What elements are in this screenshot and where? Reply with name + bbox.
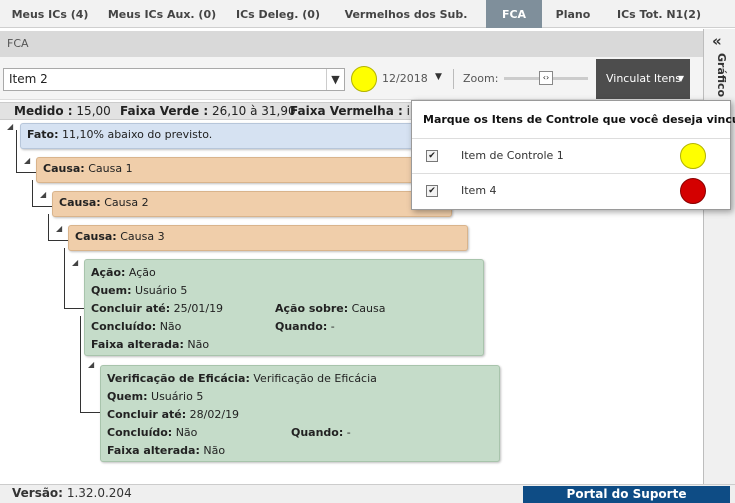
quando-field: Quando: - <box>275 320 335 333</box>
toolbar-divider <box>453 69 454 89</box>
tab-plano[interactable]: Plano <box>550 0 596 28</box>
faixa-alterada-field: Faixa alterada: Não <box>107 444 226 457</box>
period-caret-icon[interactable]: ▼ <box>435 72 442 82</box>
tab-vermelhos-sub[interactable]: Vermelhos dos Sub. (0) <box>337 0 475 51</box>
popup-item-row[interactable]: ✔ Item 4 <box>412 174 730 209</box>
causa-node[interactable]: Causa: Causa 1 <box>36 157 436 183</box>
acao-node[interactable]: Ação: Ação Quem: Usuário 5 Concluir até:… <box>84 259 484 356</box>
zoom-label: Zoom: <box>463 72 499 85</box>
quem-field: Quem: Usuário 5 <box>107 390 204 403</box>
popup-item-row[interactable]: ✔ Item de Controle 1 <box>412 139 730 174</box>
tab-fca[interactable]: FCA <box>486 0 542 28</box>
tree-connector <box>80 412 100 413</box>
item-select-value: Item 2 <box>9 72 48 86</box>
link-items-popup: Marque os Itens de Controle que você des… <box>411 100 735 210</box>
section-title: FCA <box>7 37 29 50</box>
collapse-triangle-icon[interactable]: ◢ <box>40 190 46 199</box>
item-checkbox[interactable]: ✔ <box>426 185 438 197</box>
tree-connector <box>16 172 36 173</box>
measured-value: Medido : 15,00 <box>14 104 111 118</box>
side-panel-rail[interactable]: « Gráfico de <box>703 29 735 484</box>
tree-connector <box>16 130 17 172</box>
status-indicator-dot <box>680 178 706 204</box>
faixa-alterada-field: Faixa alterada: Não <box>91 338 210 351</box>
item-select[interactable]: Item 2 ▼ <box>3 68 345 91</box>
causa-node[interactable]: Causa: Causa 3 <box>68 225 468 251</box>
concluido-field: Concluído: Não <box>91 320 182 333</box>
section-header: FCA <box>0 31 703 57</box>
acao-sobre-field: Ação sobre: Causa <box>275 302 386 315</box>
tree-connector <box>32 180 33 206</box>
version-text: Versão: 1.32.0.204 <box>12 486 132 500</box>
link-items-button[interactable]: Vinculat Itens ▼ <box>596 59 690 99</box>
fato-node[interactable]: Fato: 11,10% abaixo do previsto. <box>20 123 420 149</box>
tab-ics-deleg[interactable]: ICs Deleg. (0) <box>233 0 323 28</box>
concluido-field: Concluído: Não <box>107 426 198 439</box>
concluir-field: Concluir até: 28/02/19 <box>107 408 240 421</box>
green-range: Faixa Verde : 26,10 à 31,90 <box>120 104 296 118</box>
footer: Versão: 1.32.0.204 Portal do Suporte <box>0 484 735 503</box>
collapse-triangle-icon[interactable]: ◢ <box>24 156 30 165</box>
tab-bar: Meus ICs (4) Meus ICs Aux. (0) ICs Deleg… <box>0 0 735 51</box>
zoom-slider-thumb[interactable]: ‹› <box>539 71 553 85</box>
tree-connector <box>32 206 52 207</box>
popup-title: Marque os Itens de Controle que você des… <box>412 101 735 139</box>
chevron-down-icon[interactable]: ▼ <box>326 69 344 90</box>
acao-field: Ação: Ação <box>91 266 156 279</box>
tree-connector <box>48 214 49 240</box>
verificacao-field: Verificação de Eficácia: Verificação de … <box>107 372 377 385</box>
popup-item-label: Item de Controle 1 <box>461 149 564 162</box>
link-items-label: Vinculat Itens <box>606 72 681 85</box>
popup-item-label: Item 4 <box>461 184 497 197</box>
status-indicator-dot <box>351 66 377 92</box>
quando-field: Quando: - <box>291 426 351 439</box>
collapse-triangle-icon[interactable]: ◢ <box>7 122 13 131</box>
collapse-triangle-icon[interactable]: ◢ <box>56 224 62 233</box>
support-portal-link[interactable]: Portal do Suporte <box>523 486 730 503</box>
tab-ics-tot-n1[interactable]: ICs Tot. N1(2) <box>612 0 706 28</box>
tree-connector <box>80 316 81 412</box>
concluir-field: Concluir até: 25/01/19 <box>91 302 224 315</box>
tab-meus-ics[interactable]: Meus ICs (4) <box>8 0 92 28</box>
item-checkbox[interactable]: ✔ <box>426 150 438 162</box>
double-chevron-left-icon[interactable]: « <box>712 32 722 50</box>
tree-connector <box>64 248 65 308</box>
toolbar: Item 2 ▼ 12/2018 ▼ Zoom: ‹› Vinculat Ite… <box>0 57 703 100</box>
tab-meus-ics-aux[interactable]: Meus ICs Aux. (0) <box>106 0 218 28</box>
tree-connector <box>48 240 68 241</box>
collapse-triangle-icon[interactable]: ◢ <box>88 360 94 369</box>
quem-field: Quem: Usuário 5 <box>91 284 188 297</box>
verificacao-node[interactable]: Verificação de Eficácia: Verificação de … <box>100 365 500 462</box>
status-indicator-dot <box>680 143 706 169</box>
period-value[interactable]: 12/2018 <box>382 72 428 85</box>
tree-connector <box>64 308 84 309</box>
collapse-triangle-icon[interactable]: ◢ <box>72 258 78 267</box>
caret-down-icon: ▼ <box>677 74 684 83</box>
causa-node[interactable]: Causa: Causa 2 <box>52 191 452 217</box>
